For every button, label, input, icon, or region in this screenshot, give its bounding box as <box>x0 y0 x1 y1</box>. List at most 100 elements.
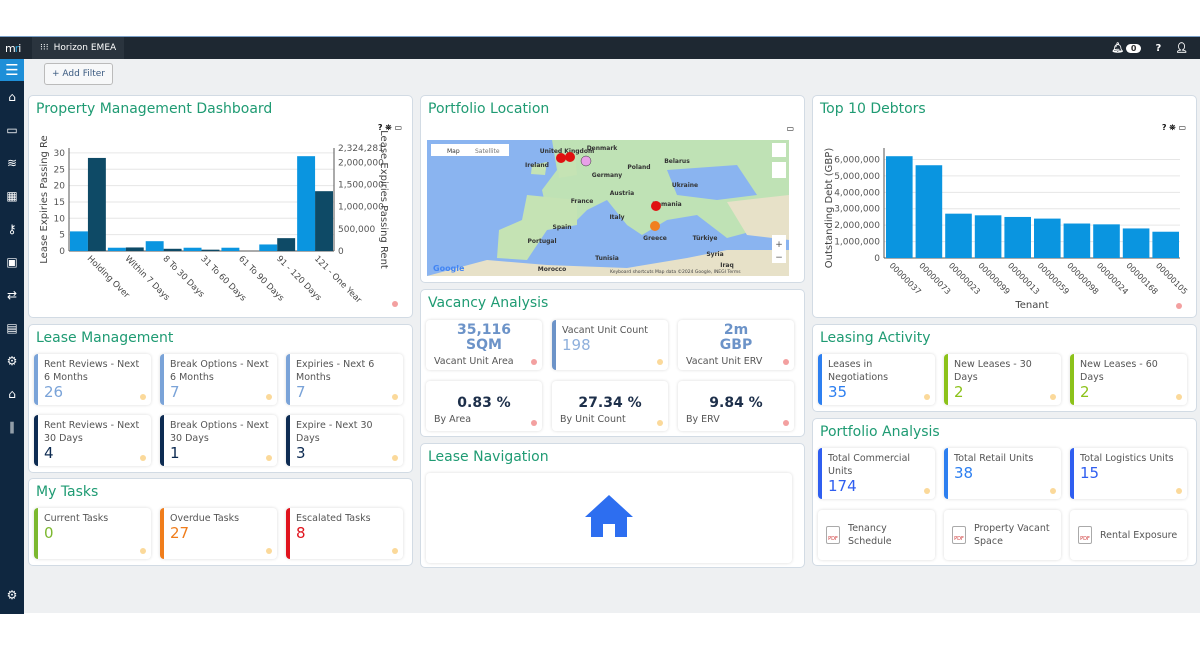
y-axis-label: Outstanding Debt (GBP) <box>824 148 835 269</box>
kpi-card[interactable]: Rent Reviews - Next 6 Months 26 <box>34 354 151 405</box>
kpi-card[interactable]: Expire - Next 30 Days 3 <box>286 415 403 466</box>
document-icon[interactable]: ▤ <box>0 312 24 345</box>
database-icon[interactable]: ≋ <box>0 147 24 180</box>
help-icon[interactable]: ? <box>1155 43 1161 54</box>
kpi-card[interactable]: Rent Reviews - Next 30 Days 4 <box>34 415 151 466</box>
gl-icon[interactable]: ▣ <box>0 246 24 279</box>
notifications-button[interactable]: 🔔︎ 0 <box>1111 43 1142 54</box>
mri-logo: mri <box>5 41 21 55</box>
pdf-icon: PDF <box>1078 526 1092 544</box>
map-label: Poland <box>627 164 650 171</box>
y-tick-label: 25 <box>54 165 65 175</box>
zoom-in-button[interactable]: + <box>775 240 783 250</box>
kpi-card[interactable]: Current Tasks 0 <box>34 508 151 559</box>
building-icon[interactable]: ▦ <box>0 180 24 213</box>
kpi-value: 198 <box>562 336 591 354</box>
x-tick-label: 00000105 <box>1154 261 1189 296</box>
status-dot <box>531 359 537 365</box>
bar-debt <box>1034 218 1061 258</box>
bar-lease-count <box>183 247 202 251</box>
kpi-card[interactable]: Total Retail Units 38 <box>944 448 1061 499</box>
bar-passing-rent <box>163 248 182 251</box>
map-label: Syria <box>706 251 723 258</box>
my-tasks-panel: My Tasks Current Tasks 0 Overdue Tasks 27 Es… <box>28 478 413 566</box>
kpi-card[interactable]: Escalated Tasks 8 <box>286 508 403 559</box>
vacant-unit-erv-card[interactable]: 2m GBP Vacant Unit ERV <box>678 320 794 370</box>
user-settings-icon[interactable]: ⚙ <box>0 579 24 612</box>
map-marker[interactable] <box>580 155 592 167</box>
user-icon[interactable]: 👤︎ <box>1175 43 1188 54</box>
map-tab[interactable]: Map <box>447 148 460 155</box>
hamburger-menu-icon[interactable]: ☰ <box>0 59 24 81</box>
maximize-icon[interactable]: ▭ <box>786 124 794 133</box>
map-marker[interactable] <box>556 153 566 163</box>
house-icon[interactable]: ⌂ <box>0 378 24 411</box>
notification-count: 0 <box>1125 43 1142 53</box>
kpi-card[interactable]: Leases in Negotiations 35 <box>818 354 935 405</box>
kpi-label: Break Options - Next 6 Months <box>170 359 269 383</box>
y-tick-label: 2,000,000 <box>834 221 880 231</box>
kpi-card[interactable]: Expiries - Next 6 Months 7 <box>286 354 403 405</box>
report-tenancy-schedule[interactable]: PDF Tenancy Schedule <box>818 510 935 560</box>
vacant-unit-area-card[interactable]: 35,116 SQM Vacant Unit Area <box>426 320 542 370</box>
map-marker[interactable] <box>650 221 660 231</box>
report-property-vacant-space[interactable]: PDF Property Vacant Space <box>944 510 1061 560</box>
kpi-card[interactable]: Overdue Tasks 27 <box>160 508 277 559</box>
status-dot <box>392 394 398 400</box>
filter-bar: + Add Filter <box>24 59 1200 91</box>
monitor-icon[interactable]: ▭ <box>0 114 24 147</box>
pdf-icon: PDF <box>952 526 966 544</box>
kpi-card[interactable]: New Leases - 60 Days 2 <box>1070 354 1187 405</box>
app-switcher[interactable]: ⁝⁝⁝ Horizon EMEA <box>32 37 125 59</box>
status-dot <box>140 548 146 554</box>
kpi-card[interactable]: New Leases - 30 Days 2 <box>944 354 1061 405</box>
home-icon <box>585 495 633 537</box>
zoom-out-button[interactable]: − <box>775 253 783 263</box>
kpi-card[interactable]: Break Options - Next 30 Days 1 <box>160 415 277 466</box>
by-area-card[interactable]: 0.83 % By Area <box>426 381 542 431</box>
map[interactable]: Denmark United Kingdom Ireland Belarus P… <box>427 140 789 276</box>
bar-passing-rent <box>277 238 296 251</box>
y2-tick-label: 500,000 <box>338 225 375 235</box>
y-tick-label: 30 <box>54 149 66 159</box>
y2-axis-label: Lease Expiries Passing Rent <box>378 130 389 269</box>
bar-debt <box>1152 231 1179 258</box>
key-icon[interactable]: ⚷ <box>0 213 24 246</box>
map-marker[interactable] <box>651 201 661 211</box>
lease-navigation-button[interactable] <box>426 473 792 563</box>
map-label: Austria <box>610 190 634 197</box>
map-marker[interactable] <box>565 152 575 162</box>
bar-debt <box>886 156 913 258</box>
fullscreen-button[interactable] <box>772 143 786 157</box>
kpi-value: 15 <box>1080 464 1100 482</box>
library-icon[interactable]: ∥ <box>0 411 24 444</box>
kpi-card[interactable]: Total Commercial Units 174 <box>818 448 935 499</box>
by-unit-count-card[interactable]: 27.34 % By Unit Count <box>552 381 668 431</box>
vacant-unit-count-card[interactable]: Vacant Unit Count 198 <box>552 320 668 370</box>
map-dropdown-button[interactable] <box>772 162 786 178</box>
report-label: Rental Exposure <box>1100 529 1178 541</box>
transfer-icon[interactable]: ⇄ <box>0 279 24 312</box>
y-tick-label: 1,000,000 <box>834 238 880 248</box>
status-dot <box>392 548 398 554</box>
kpi-value: 1 <box>170 444 180 462</box>
bar-lease-count <box>145 241 164 251</box>
y2-tick-label: 2,000,000 <box>338 158 384 168</box>
map-label: Spain <box>553 224 572 231</box>
settings-icon[interactable]: ⚙ <box>0 345 24 378</box>
by-erv-card[interactable]: 9.84 % By ERV <box>678 381 794 431</box>
panel-title: Leasing Activity <box>820 330 931 346</box>
y-tick-label: 3,000,000 <box>834 205 880 215</box>
google-logo: Google <box>433 264 465 273</box>
add-filter-button[interactable]: + Add Filter <box>44 63 113 85</box>
kpi-value: 8 <box>296 524 306 542</box>
status-dot <box>266 455 272 461</box>
kpi-card[interactable]: Total Logistics Units 15 <box>1070 448 1187 499</box>
report-rental-exposure[interactable]: PDF Rental Exposure <box>1070 510 1187 560</box>
bar-lease-count <box>70 231 88 251</box>
satellite-tab[interactable]: Satellite <box>475 148 500 155</box>
kpi-card[interactable]: Break Options - Next 6 Months 7 <box>160 354 277 405</box>
map-label: Iraq <box>720 262 734 269</box>
home-icon[interactable]: ⌂ <box>0 81 24 114</box>
map-label: Tunisia <box>595 255 619 262</box>
